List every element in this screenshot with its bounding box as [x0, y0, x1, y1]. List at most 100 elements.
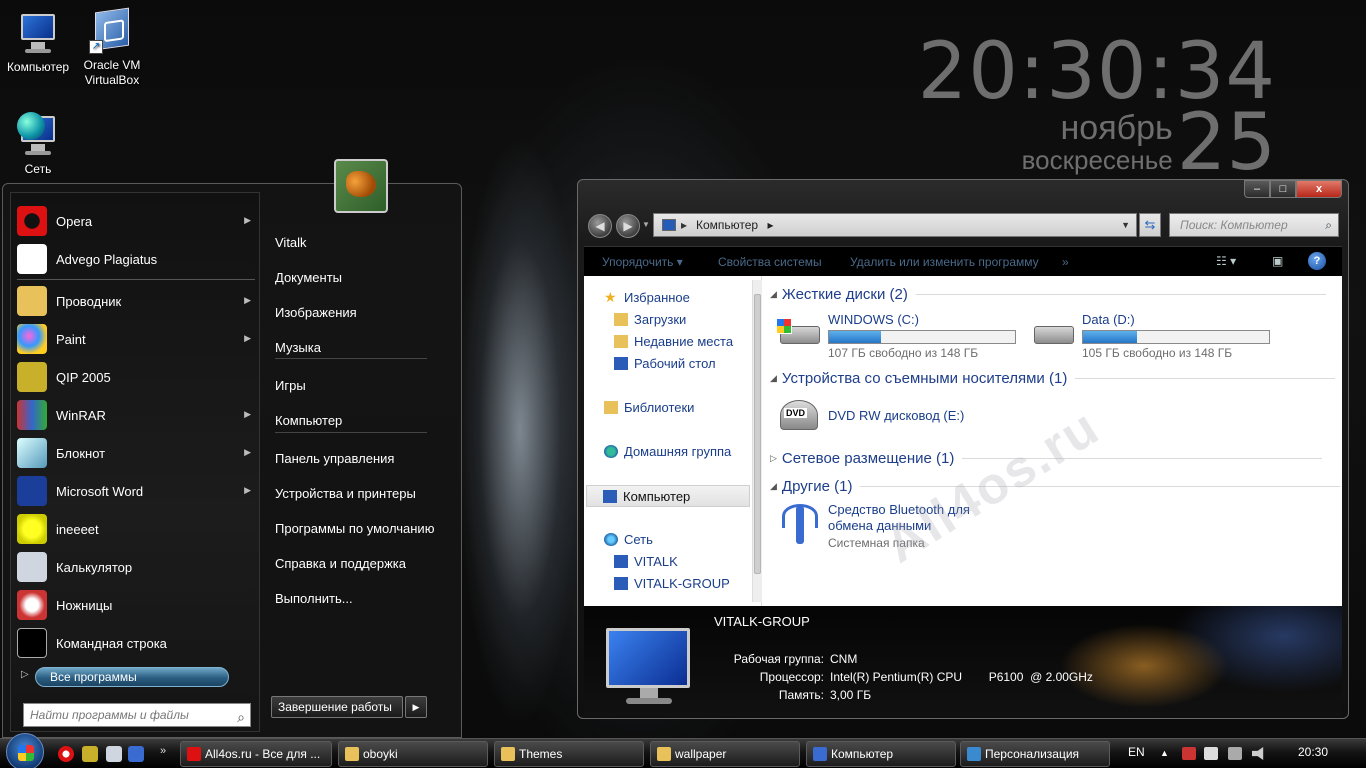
address-bar[interactable]: ▸ Компьютер ▸ ▼: [653, 213, 1137, 237]
start-program-opera[interactable]: Opera ▶: [11, 202, 259, 240]
view-options-icon[interactable]: ☷ ▾: [1216, 254, 1236, 268]
drive-c[interactable]: WINDOWS (C:) 107 ГБ свободно из 148 ГБ: [776, 312, 1016, 360]
drive-usage-fill: [1083, 331, 1137, 343]
start-place-5[interactable]: Игры: [275, 373, 445, 399]
computer-icon: [15, 10, 61, 56]
taskbar-item-2[interactable]: oboyki: [338, 741, 488, 767]
start-program-ineeeet[interactable]: ineeeet: [11, 510, 259, 548]
flag-icon[interactable]: [1182, 747, 1196, 760]
taskbar-item-label: Themes: [519, 747, 563, 761]
opera-icon: [17, 206, 47, 236]
nav-network-vitalk[interactable]: VITALK: [614, 554, 678, 569]
desktop-icon-network[interactable]: Сеть: [0, 112, 76, 177]
close-button[interactable]: x: [1296, 180, 1342, 198]
start-program-проводник[interactable]: Проводник ▶: [11, 282, 259, 320]
start-program-калькулятор[interactable]: Калькулятор: [11, 548, 259, 586]
start-program-advego-plagiatus[interactable]: Advego Plagiatus: [11, 240, 259, 278]
start-place-10[interactable]: Справка и поддержка: [275, 551, 445, 577]
desktop-icon-virtualbox[interactable]: ↗ Oracle VM VirtualBox: [74, 7, 150, 88]
program-label: WinRAR: [56, 407, 106, 423]
organize-button[interactable]: Упорядочить ▾: [602, 255, 683, 269]
start-place-7[interactable]: Панель управления: [275, 446, 445, 472]
start-place-11[interactable]: Выполнить...: [275, 586, 445, 612]
program-label: Калькулятор: [56, 559, 133, 575]
start-place-3[interactable]: Изображения: [275, 300, 445, 326]
start-program-paint[interactable]: Paint ▶: [11, 320, 259, 358]
more-commands-button[interactable]: »: [1062, 255, 1069, 269]
calculator-quicklaunch-icon[interactable]: [106, 746, 122, 762]
show-desktop-quicklaunch-icon[interactable]: [128, 746, 144, 762]
system-properties-button[interactable]: Свойства системы: [718, 255, 822, 269]
forward-button[interactable]: ▶: [616, 214, 640, 238]
start-place-9[interactable]: Программы по умолчанию: [275, 516, 445, 542]
shutdown-button[interactable]: Завершение работы: [271, 696, 403, 718]
opera-quicklaunch-icon[interactable]: [58, 746, 74, 762]
start-place-1[interactable]: Vitalk: [275, 230, 445, 256]
chevron-right-icon: ▶: [244, 447, 251, 457]
start-place-6[interactable]: Компьютер: [275, 408, 445, 434]
taskbar-item-4[interactable]: wallpaper: [650, 741, 800, 767]
computer-name: VITALK-GROUP: [714, 614, 810, 629]
drive-d[interactable]: Data (D:) 105 ГБ свободно из 148 ГБ: [1030, 312, 1270, 360]
network-tray-icon[interactable]: [1228, 747, 1242, 760]
back-button[interactable]: ◀: [588, 214, 612, 238]
start-program-ножницы[interactable]: Ножницы: [11, 586, 259, 624]
chevron-right-icon: ▶: [244, 485, 251, 495]
group-removable[interactable]: ◢ Устройства со съемными носителями (1): [770, 370, 1336, 387]
volume-icon[interactable]: [1252, 747, 1264, 760]
help-icon[interactable]: ?: [1308, 252, 1326, 270]
minimize-button[interactable]: –: [1244, 180, 1270, 198]
nav-favorites[interactable]: ★ Избранное: [604, 290, 690, 305]
nav-downloads[interactable]: Загрузки: [614, 312, 686, 327]
all-programs-button[interactable]: ▷ Все программы: [19, 663, 251, 689]
triangle-down-icon: ◢: [770, 481, 777, 491]
nav-computer[interactable]: Компьютер: [586, 485, 750, 507]
preview-pane-icon[interactable]: ▣: [1272, 254, 1283, 268]
drive-usage-bar: [1082, 330, 1270, 344]
taskbar-clock[interactable]: 20:30: [1298, 745, 1328, 759]
user-picture[interactable]: [334, 159, 388, 213]
drive-dvd[interactable]: DVD DVD RW дисковод (E:): [776, 396, 964, 432]
device-icon[interactable]: [1204, 747, 1218, 760]
shutdown-options-button[interactable]: ▶: [405, 696, 427, 718]
bluetooth-icon: [776, 502, 822, 548]
start-place-2[interactable]: Документы: [275, 265, 445, 291]
nav-network[interactable]: Сеть: [604, 532, 653, 547]
recent-pages-dropdown[interactable]: ▼: [642, 220, 650, 229]
qip-quicklaunch-icon[interactable]: [82, 746, 98, 762]
start-program-winrar[interactable]: WinRAR ▶: [11, 396, 259, 434]
windows-logo-icon: [18, 745, 34, 761]
start-program-microsoft-word[interactable]: Microsoft Word ▶: [11, 472, 259, 510]
taskbar-item-1[interactable]: All4os.ru - Все для ...: [180, 741, 332, 767]
start-program-qip-2005[interactable]: QIP 2005: [11, 358, 259, 396]
desktop-icon: [614, 357, 628, 370]
content-pane: ◢ Жесткие диски (2) WINDOWS (C:) 107 ГБ с…: [762, 276, 1342, 606]
taskbar-item-5[interactable]: Компьютер: [806, 741, 956, 767]
nav-network-vitalk-group[interactable]: VITALK-GROUP: [614, 576, 730, 591]
language-indicator[interactable]: EN: [1128, 745, 1145, 759]
start-program-блокнот[interactable]: Блокнот ▶: [11, 434, 259, 472]
taskbar-item-6[interactable]: Персонализация: [960, 741, 1110, 767]
more-quicklaunch-button[interactable]: »: [160, 745, 166, 757]
nav-scrollbar[interactable]: [752, 280, 762, 602]
maximize-button[interactable]: □: [1270, 180, 1296, 198]
virtualbox-icon: ↗: [89, 7, 135, 54]
chevron-down-icon[interactable]: ▼: [1121, 214, 1130, 236]
show-hidden-icons[interactable]: ▲: [1160, 748, 1169, 758]
nav-homegroup[interactable]: Домашняя группа: [604, 444, 731, 459]
start-place-8[interactable]: Устройства и принтеры: [275, 481, 445, 507]
nav-recent-places[interactable]: Недавние места: [614, 334, 733, 349]
nav-desktop[interactable]: Рабочий стол: [614, 356, 716, 371]
refresh-button[interactable]: ⇆: [1139, 213, 1161, 237]
start-button[interactable]: [6, 733, 44, 768]
start-search-input[interactable]: Найти программы и файлы ⌕: [23, 703, 251, 727]
taskbar-item-3[interactable]: Themes: [494, 741, 644, 767]
explorer-search-input[interactable]: Поиск: Компьютер ⌕: [1169, 213, 1339, 237]
divider: [17, 279, 255, 280]
scrollbar-thumb[interactable]: [754, 294, 761, 574]
start-program-командная-строка[interactable]: Командная строка: [11, 624, 259, 662]
desktop-icon-computer[interactable]: Компьютер: [0, 10, 76, 75]
nav-libraries[interactable]: Библиотеки: [604, 400, 694, 415]
group-hard-drives[interactable]: ◢ Жесткие диски (2): [770, 286, 1326, 303]
uninstall-program-button[interactable]: Удалить или изменить программу: [850, 255, 1039, 269]
